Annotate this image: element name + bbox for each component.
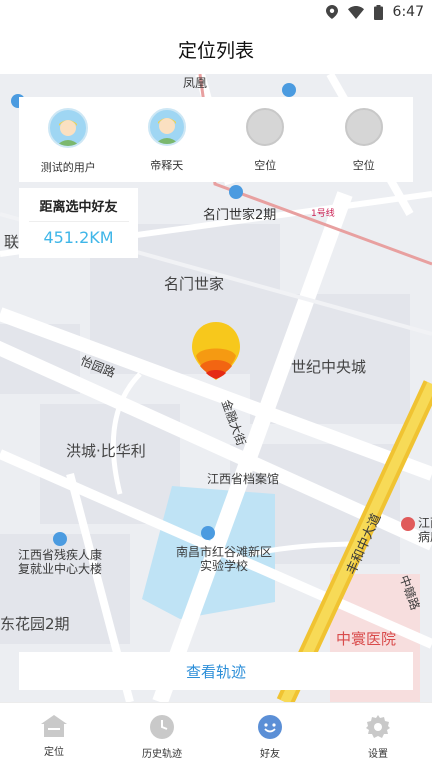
page-title: 定位列表 (177, 39, 254, 62)
map-label-mingmen-2: 名门世家2期 (203, 208, 277, 223)
map-label-zhonghuan-hospital: 中寰医院 (336, 630, 397, 648)
user-avatar-icon (56, 120, 81, 146)
friend-slot-0[interactable]: 测试的用户 (23, 108, 113, 175)
nav-item-location[interactable]: 定位 (0, 703, 108, 768)
friend-slot-1[interactable]: 帝释天 (122, 108, 212, 173)
status-time: 6:47 (392, 4, 424, 20)
map-label-hongcheng: 洪城·比华利 (66, 442, 146, 460)
distance-title: 距离选中好友 (39, 200, 118, 215)
map-label-hospital-right: 病房 (418, 530, 432, 544)
avatar-empty (344, 108, 383, 146)
friends-icon (258, 715, 282, 739)
home-icon (41, 715, 67, 737)
distance-divider (28, 221, 129, 222)
friend-name: 帝释天 (150, 159, 184, 172)
nav-label: 历史轨迹 (142, 749, 182, 760)
map-label-lian: 联 (4, 233, 20, 251)
map-label-archives: 江西省档案馆 (207, 472, 280, 486)
map-label-fenghuang: 凤凰 (183, 76, 208, 90)
wifi-icon (347, 5, 364, 19)
nav-label: 好友 (260, 749, 280, 760)
friend-slot-2[interactable]: 空位 (220, 108, 310, 173)
map-label-mingmen: 名门世家 (164, 275, 225, 293)
map-label-disabled-center: 江西省残疾人康复就业中心大楼 (18, 548, 103, 576)
battery-icon (373, 4, 383, 20)
user-avatar-icon (154, 118, 179, 144)
gear-icon (366, 715, 390, 738)
nav-item-friends[interactable]: 好友 (216, 703, 324, 768)
nav-label: 定位 (44, 747, 64, 758)
friend-name: 空位 (254, 159, 277, 172)
friend-name: 测试的用户 (40, 161, 96, 174)
map-label-school: 南昌市红谷滩新区实验学校 (175, 545, 272, 573)
distance-card: 距离选中好友 451.2KM (19, 188, 138, 258)
map-label-dongyuan: 东花园2期 (0, 615, 70, 633)
status-bar: 6:47 (0, 0, 432, 24)
location-icon (325, 5, 338, 19)
nav-item-history[interactable]: 历史轨迹 (108, 703, 216, 768)
nav-item-settings[interactable]: 设置 (324, 703, 432, 768)
status-icons: 6:47 (325, 2, 424, 22)
friends-panel: 测试的用户 帝释天 空位 空位 (19, 97, 413, 182)
bottom-nav: 定位 历史轨迹 好友 设置 (0, 702, 432, 768)
avatar (48, 108, 89, 148)
nav-label: 设置 (368, 749, 388, 760)
avatar (147, 108, 186, 146)
map-label-subway: 1号线 (311, 209, 335, 219)
distance-value: 451.2KM (43, 228, 114, 247)
title-bar: 定位列表 (0, 24, 432, 74)
map-label-century: 世纪中央城 (291, 358, 367, 376)
avatar-empty (246, 108, 285, 146)
friend-slot-3[interactable]: 空位 (319, 108, 409, 173)
friend-name: 空位 (352, 159, 375, 172)
clock-icon (150, 715, 174, 739)
view-track-button[interactable]: 查看轨迹 (19, 652, 413, 690)
